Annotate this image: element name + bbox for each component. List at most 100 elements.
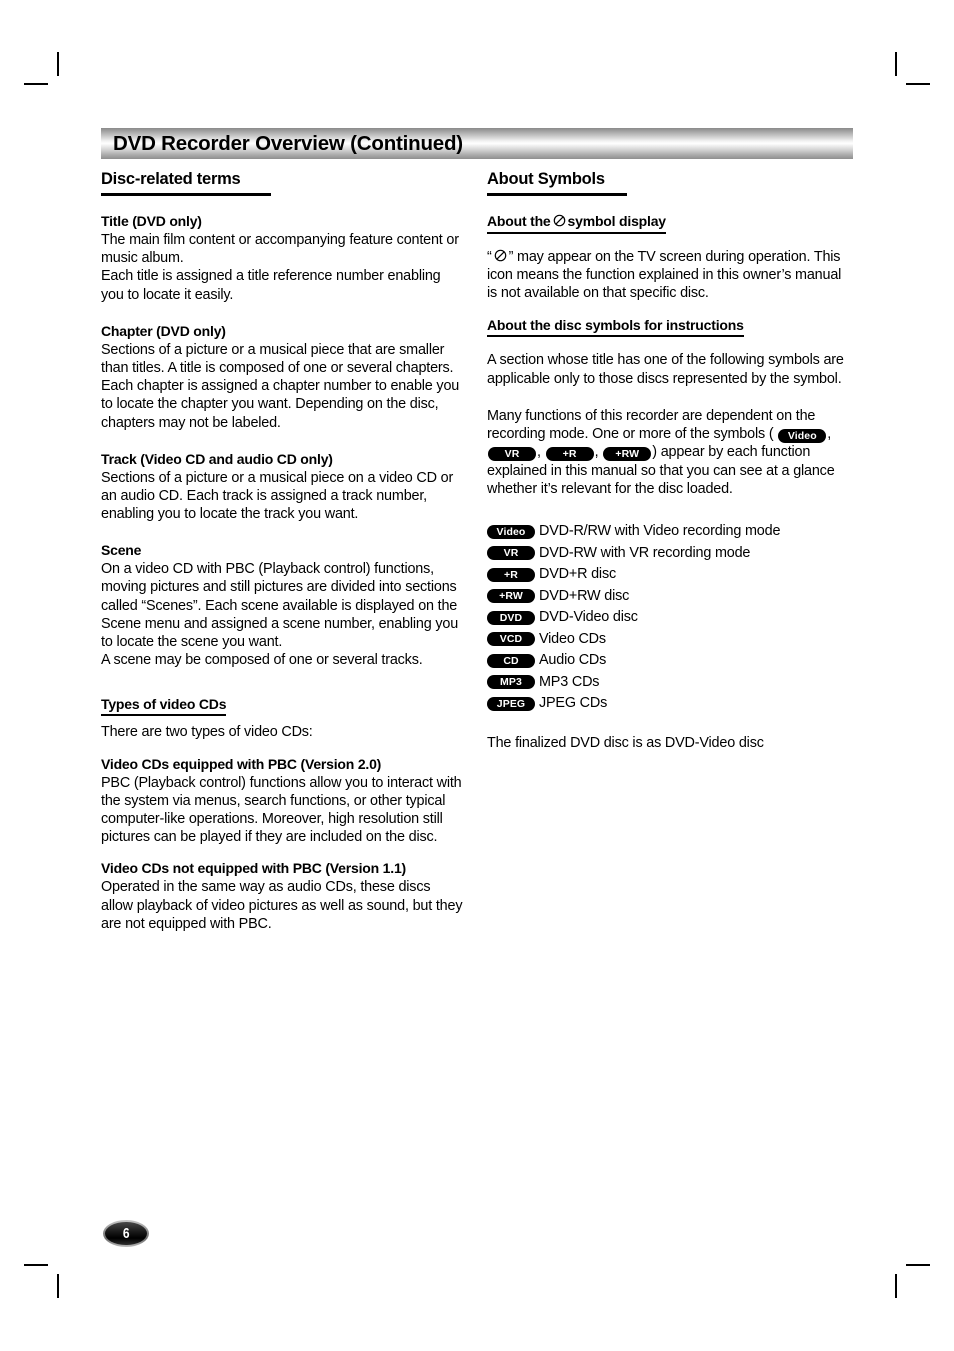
page-header-banner: DVD Recorder Overview (Continued) (101, 128, 853, 159)
badge-cell: DVD (487, 610, 539, 625)
disc-related-terms-title: Disc-related terms (101, 170, 241, 188)
badge-cell: VR (487, 546, 539, 561)
vcd-without-pbc-heading: Video CDs not equipped with PBC (Version… (101, 860, 407, 877)
badge-cell: CD (487, 653, 539, 668)
crop-mark-top-right-vertical (895, 52, 897, 76)
legend-row: CD Audio CDs (487, 650, 853, 672)
badge-dvd: DVD (487, 610, 535, 625)
term-scene-body: On a video CD with PBC (Playback control… (101, 561, 459, 669)
legend-row: +RW DVD+RW disc (487, 586, 853, 608)
many-functions-text-part2: ) appear by each function explained in t… (487, 444, 835, 497)
vcd-without-pbc-body: Operated in the same way as audio CDs, t… (101, 879, 463, 932)
disc-symbols-heading: About the disc symbols for instructions (487, 317, 744, 338)
term-title: Title (DVD only) The main film content o… (101, 213, 466, 304)
badge-plus-r-inline: +R (545, 447, 594, 462)
badge-cell: JPEG (487, 696, 539, 711)
about-symbols-section-header: About Symbols (487, 170, 853, 196)
about-symbols-title: About Symbols (487, 170, 605, 188)
about-symbol-display-heading-before: About the (487, 213, 551, 229)
page-number-value: 6 (122, 1225, 130, 1242)
crop-mark-bottom-right-vertical (895, 1274, 897, 1298)
badge-jpeg: JPEG (487, 696, 535, 711)
term-title-body: The main film content or accompanying fe… (101, 231, 459, 303)
about-symbol-display-heading-wrap: About the symbol display (487, 213, 853, 234)
types-of-video-cds-intro: There are two types of video CDs: (101, 724, 313, 741)
page-number-inner: 6 (105, 1222, 147, 1245)
disc-related-terms-section-header: Disc-related terms (101, 170, 466, 196)
legend-row: VCD Video CDs (487, 629, 853, 651)
types-of-video-cds-title: Types of video CDs (101, 696, 226, 717)
legend-description: Video CDs (539, 630, 606, 647)
vcd-with-pbc-heading: Video CDs equipped with PBC (Version 2.0… (101, 755, 382, 772)
legend-description: DVD-R/RW with Video recording mode (539, 523, 781, 540)
term-chapter-heading: Chapter (DVD only) (101, 322, 226, 339)
legend-description: DVD-Video disc (539, 609, 638, 626)
many-functions-paragraph: Many functions of this recorder are depe… (487, 407, 853, 498)
legend-description: MP3 CDs (539, 673, 600, 690)
term-scene: Scene On a video CD with PBC (Playback c… (101, 542, 466, 669)
quote-open: “ (487, 248, 492, 265)
legend-row: MP3 MP3 CDs (487, 672, 853, 694)
about-symbol-display-body-text: ” may appear on the TV screen during ope… (487, 248, 842, 302)
term-track-heading: Track (Video CD and audio CD only) (101, 450, 333, 467)
badge-video-inline: Video (778, 429, 827, 444)
legend-row: JPEG JPEG CDs (487, 693, 853, 715)
crop-mark-top-left-vertical (57, 52, 59, 76)
crop-mark-bottom-left-horizontal (24, 1264, 48, 1266)
prohibited-symbol-icon (553, 214, 566, 227)
paren-open: ( (768, 426, 774, 443)
legend-row: +R DVD+R disc (487, 564, 853, 586)
vcd-with-pbc: Video CDs equipped with PBC (Version 2.0… (101, 756, 466, 847)
prohibited-symbol-icon-inline (494, 249, 507, 262)
disc-related-terms-rule (101, 193, 271, 196)
crop-mark-bottom-right-horizontal (906, 1264, 930, 1266)
legend-description: DVD-RW with VR recording mode (539, 544, 751, 561)
badge-video: Video (487, 524, 535, 539)
about-symbol-display-heading-after: symbol display (567, 213, 667, 229)
page-number-badge: 6 (103, 1220, 149, 1247)
term-chapter-body: Sections of a picture or a musical piece… (101, 341, 460, 431)
term-track-body: Sections of a picture or a musical piece… (101, 469, 454, 523)
about-symbol-display-body: “” may appear on the TV screen during op… (487, 248, 853, 303)
legend-description: DVD+RW disc (539, 587, 630, 604)
disc-symbol-legend-list: Video DVD-R/RW with Video recording mode… (487, 521, 853, 715)
about-symbol-display-heading: About the symbol display (487, 213, 666, 234)
legend-row: DVD DVD-Video disc (487, 607, 853, 629)
term-chapter: Chapter (DVD only) Sections of a picture… (101, 323, 466, 432)
term-title-heading: Title (DVD only) (101, 213, 202, 229)
badge-cell: VCD (487, 632, 539, 647)
crop-mark-bottom-left-vertical (57, 1274, 59, 1298)
term-scene-heading: Scene (101, 542, 142, 559)
legend-row: Video DVD-R/RW with Video recording mode (487, 521, 853, 543)
badge-plus-rw-inline: +RW (603, 447, 652, 462)
badge-vcd: VCD (487, 632, 535, 647)
badge-cell: +RW (487, 589, 539, 604)
many-functions-text-part1: Many functions of this recorder are depe… (487, 407, 816, 443)
right-column: About Symbols About the symbol display “”… (487, 170, 853, 752)
disc-symbols-heading-wrap: About the disc symbols for instructions (487, 317, 853, 338)
badge-cd: CD (487, 653, 535, 668)
about-symbols-rule (487, 193, 627, 196)
legend-description: Audio CDs (539, 652, 607, 669)
legend-description: JPEG CDs (539, 695, 608, 712)
legend-row: VR DVD-RW with VR recording mode (487, 543, 853, 565)
badge-mp3: MP3 (487, 675, 535, 690)
term-track: Track (Video CD and audio CD only) Secti… (101, 451, 466, 524)
page-title: DVD Recorder Overview (Continued) (113, 131, 463, 155)
crop-mark-top-right-horizontal (906, 83, 930, 85)
types-of-video-cds-header: Types of video CDs (101, 696, 466, 717)
badge-cell: MP3 (487, 675, 539, 690)
